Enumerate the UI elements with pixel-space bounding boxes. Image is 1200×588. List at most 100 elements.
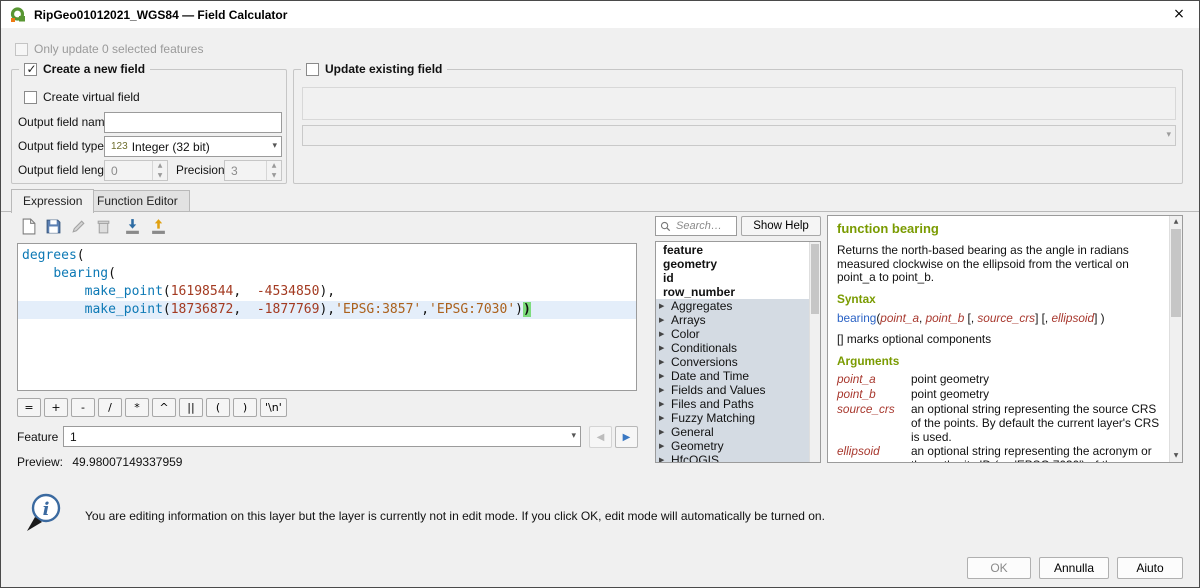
function-group-item[interactable]: ▶Conversions <box>656 355 809 369</box>
expand-arrow-icon[interactable]: ▶ <box>659 341 671 355</box>
operator-button[interactable]: ) <box>233 398 257 417</box>
precision-spinner[interactable]: 3 ▲ ▼ <box>224 160 282 181</box>
preview-row: Preview: 49.98007149337959 <box>17 455 182 469</box>
help-description: Returns the north-based bearing as the a… <box>837 244 1160 285</box>
expand-arrow-icon[interactable]: ▶ <box>659 425 671 439</box>
function-group-item[interactable]: ▶Arrays <box>656 313 809 327</box>
function-group-item[interactable]: ▶Fuzzy Matching <box>656 411 809 425</box>
expand-arrow-icon[interactable]: ▶ <box>659 299 671 313</box>
spin-down-icon[interactable]: ▼ <box>267 171 281 181</box>
operator-button[interactable]: / <box>98 398 122 417</box>
function-group-item[interactable]: ▶Conditionals <box>656 341 809 355</box>
expand-arrow-icon[interactable]: ▶ <box>659 397 671 411</box>
function-group-item[interactable]: ▶Aggregates <box>656 299 809 313</box>
expand-arrow-icon[interactable]: ▶ <box>659 411 671 425</box>
code-line: bearing( <box>18 265 636 283</box>
scrollbar-thumb[interactable] <box>1171 229 1181 317</box>
output-field-type-combo[interactable]: 123 Integer (32 bit) ▾ <box>104 136 282 157</box>
expand-arrow-icon[interactable]: ▶ <box>659 369 671 383</box>
edit-expression-button[interactable] <box>67 215 90 238</box>
function-group-item[interactable]: ▶HfcQGIS <box>656 453 809 463</box>
update-existing-field-checkbox[interactable]: Update existing field <box>301 61 447 77</box>
scroll-up-icon[interactable]: ▲ <box>1170 216 1182 228</box>
function-item-label: Files and Paths <box>671 397 754 411</box>
spinner-buttons[interactable]: ▲ ▼ <box>266 161 281 180</box>
function-item-label: Date and Time <box>671 369 749 383</box>
preview-value: 49.98007149337959 <box>72 455 182 469</box>
expression-code[interactable]: degrees( bearing( make_point(16198544, -… <box>17 243 637 391</box>
function-item[interactable]: id <box>656 271 809 285</box>
function-item[interactable]: feature <box>656 243 809 257</box>
spin-up-icon[interactable]: ▲ <box>267 161 281 171</box>
export-expression-button[interactable] <box>147 215 170 238</box>
spin-down-icon[interactable]: ▼ <box>153 171 167 181</box>
feature-combo[interactable]: 1 ▾ <box>63 426 581 447</box>
operator-button[interactable]: '\n' <box>260 398 287 417</box>
operator-button[interactable]: ^ <box>152 398 176 417</box>
function-group-item[interactable]: ▶Color <box>656 327 809 341</box>
function-item[interactable]: row_number <box>656 285 809 299</box>
search-box[interactable] <box>655 216 737 236</box>
import-expression-button[interactable] <box>121 215 144 238</box>
syntax-line: bearing(point_a, point_b [, source_crs] … <box>837 312 1160 326</box>
scrollbar-thumb[interactable] <box>811 244 819 314</box>
cancel-button[interactable]: Annulla <box>1039 557 1109 579</box>
help-scrollbar[interactable]: ▲ ▼ <box>1169 216 1182 462</box>
operator-button[interactable]: + <box>44 398 68 417</box>
only-update-checkbox[interactable]: Only update 0 selected features <box>15 42 203 56</box>
function-item-label: Fields and Values <box>671 383 766 397</box>
expand-arrow-icon[interactable]: ▶ <box>659 383 671 397</box>
expand-arrow-icon[interactable]: ▶ <box>659 313 671 327</box>
argument-row: ellipsoidan optional string representing… <box>837 445 1160 462</box>
function-item-label: Color <box>671 327 700 341</box>
close-button[interactable]: × <box>1159 1 1199 28</box>
update-existing-field-group: Update existing field ▾ <box>293 69 1183 184</box>
output-field-name-input[interactable] <box>104 112 282 133</box>
ok-button[interactable]: OK <box>967 557 1031 579</box>
expand-arrow-icon[interactable]: ▶ <box>659 453 671 463</box>
expand-arrow-icon[interactable]: ▶ <box>659 355 671 369</box>
tab-function-editor[interactable]: Function Editor <box>85 190 190 212</box>
save-expression-button[interactable] <box>42 215 65 238</box>
show-help-button[interactable]: Show Help <box>741 216 821 236</box>
scroll-down-icon[interactable]: ▼ <box>1170 450 1182 462</box>
output-field-length-label: Output field length <box>18 160 114 181</box>
create-virtual-field-checkbox[interactable]: Create virtual field <box>24 90 140 104</box>
function-item[interactable]: geometry <box>656 257 809 271</box>
operator-button[interactable]: || <box>179 398 203 417</box>
next-feature-button[interactable]: ▶ <box>615 426 638 448</box>
function-item-label: Conditionals <box>671 341 737 355</box>
function-group-item[interactable]: ▶Files and Paths <box>656 397 809 411</box>
search-input[interactable] <box>674 219 732 233</box>
arguments-heading: Arguments <box>837 355 1160 369</box>
function-group-item[interactable]: ▶Geometry <box>656 439 809 453</box>
function-group-item[interactable]: ▶Date and Time <box>656 369 809 383</box>
create-new-field-group: ✓ Create a new field Create virtual fiel… <box>11 69 287 184</box>
expand-arrow-icon[interactable]: ▶ <box>659 327 671 341</box>
function-list-scrollbar[interactable] <box>809 242 820 462</box>
operator-button[interactable]: = <box>17 398 41 417</box>
function-item-label: geometry <box>663 257 717 271</box>
new-expression-button[interactable] <box>17 215 40 238</box>
function-item-label: Arrays <box>671 313 706 327</box>
expand-arrow-icon[interactable]: ▶ <box>659 439 671 453</box>
help-button[interactable]: Aiuto <box>1117 557 1183 579</box>
delete-expression-button[interactable] <box>92 215 115 238</box>
operator-button[interactable]: * <box>125 398 149 417</box>
titlebar: RipGeo01012021_WGS84 — Field Calculator … <box>1 1 1199 28</box>
function-group-item[interactable]: ▶Fields and Values <box>656 383 809 397</box>
create-new-field-checkbox[interactable]: ✓ Create a new field <box>19 61 150 77</box>
spinner-buttons[interactable]: ▲ ▼ <box>152 161 167 180</box>
spin-up-icon[interactable]: ▲ <box>153 161 167 171</box>
tab-expression[interactable]: Expression <box>11 189 94 213</box>
operator-button[interactable]: - <box>71 398 95 417</box>
output-field-type-label: Output field type <box>18 136 104 157</box>
code-line: make_point(18736872, -1877769),'EPSG:385… <box>18 301 636 319</box>
output-field-length-spinner[interactable]: 0 ▲ ▼ <box>104 160 168 181</box>
function-item-label: General <box>671 425 714 439</box>
create-new-field-label: Create a new field <box>43 62 145 76</box>
operator-button[interactable]: ( <box>206 398 230 417</box>
syntax-heading: Syntax <box>837 293 1160 307</box>
previous-feature-button[interactable]: ◀ <box>589 426 612 448</box>
function-group-item[interactable]: ▶General <box>656 425 809 439</box>
